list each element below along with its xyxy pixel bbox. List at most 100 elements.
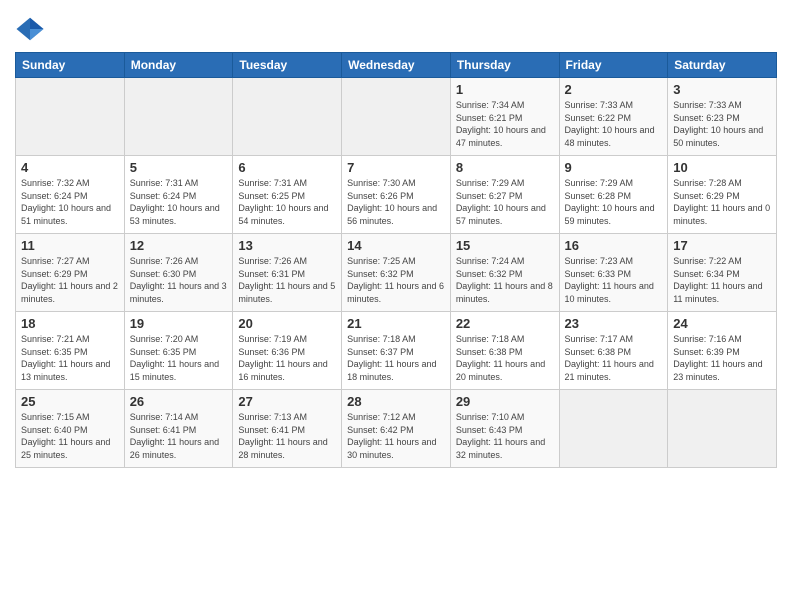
day-info: Sunrise: 7:21 AM Sunset: 6:35 PM Dayligh… bbox=[21, 333, 119, 383]
day-info: Sunrise: 7:23 AM Sunset: 6:33 PM Dayligh… bbox=[565, 255, 663, 305]
day-info: Sunrise: 7:16 AM Sunset: 6:39 PM Dayligh… bbox=[673, 333, 771, 383]
calendar-cell: 15 Sunrise: 7:24 AM Sunset: 6:32 PM Dayli… bbox=[450, 234, 559, 312]
calendar-cell: 8 Sunrise: 7:29 AM Sunset: 6:27 PM Daylig… bbox=[450, 156, 559, 234]
day-info: Sunrise: 7:19 AM Sunset: 6:36 PM Dayligh… bbox=[238, 333, 336, 383]
calendar-cell: 10 Sunrise: 7:28 AM Sunset: 6:29 PM Dayli… bbox=[668, 156, 777, 234]
calendar-cell: 3Sunrise: 7:33 AM Sunset: 6:23 PM Daylig… bbox=[668, 78, 777, 156]
day-number: 4 bbox=[21, 160, 119, 175]
day-info: Sunrise: 7:13 AM Sunset: 6:41 PM Dayligh… bbox=[238, 411, 336, 461]
day-number: 24 bbox=[673, 316, 771, 331]
day-info: Sunrise: 7:33 AM Sunset: 6:23 PM Dayligh… bbox=[673, 99, 771, 149]
calendar-cell bbox=[16, 78, 125, 156]
calendar-cell bbox=[233, 78, 342, 156]
week-row-5: 25 Sunrise: 7:15 AM Sunset: 6:40 PM Dayli… bbox=[16, 390, 777, 468]
weekday-row: SundayMondayTuesdayWednesdayThursdayFrid… bbox=[16, 53, 777, 78]
day-number: 13 bbox=[238, 238, 336, 253]
day-number: 22 bbox=[456, 316, 554, 331]
day-info: Sunrise: 7:27 AM Sunset: 6:29 PM Dayligh… bbox=[21, 255, 119, 305]
calendar-cell: 22 Sunrise: 7:18 AM Sunset: 6:38 PM Dayli… bbox=[450, 312, 559, 390]
calendar-cell: 4Sunrise: 7:32 AM Sunset: 6:24 PM Daylig… bbox=[16, 156, 125, 234]
weekday-header-monday: Monday bbox=[124, 53, 233, 78]
day-number: 20 bbox=[238, 316, 336, 331]
day-number: 14 bbox=[347, 238, 445, 253]
day-number: 2 bbox=[565, 82, 663, 97]
week-row-3: 11 Sunrise: 7:27 AM Sunset: 6:29 PM Dayli… bbox=[16, 234, 777, 312]
day-info: Sunrise: 7:31 AM Sunset: 6:25 PM Dayligh… bbox=[238, 177, 336, 227]
day-info: Sunrise: 7:26 AM Sunset: 6:30 PM Dayligh… bbox=[130, 255, 228, 305]
page: SundayMondayTuesdayWednesdayThursdayFrid… bbox=[0, 0, 792, 612]
calendar-cell: 13 Sunrise: 7:26 AM Sunset: 6:31 PM Dayli… bbox=[233, 234, 342, 312]
day-number: 10 bbox=[673, 160, 771, 175]
calendar-body: 1 Sunrise: 7:34 AM Sunset: 6:21 PM Daylig… bbox=[16, 78, 777, 468]
day-info: Sunrise: 7:33 AM Sunset: 6:22 PM Dayligh… bbox=[565, 99, 663, 149]
calendar-cell: 27 Sunrise: 7:13 AM Sunset: 6:41 PM Dayli… bbox=[233, 390, 342, 468]
day-info: Sunrise: 7:29 AM Sunset: 6:27 PM Dayligh… bbox=[456, 177, 554, 227]
weekday-header-tuesday: Tuesday bbox=[233, 53, 342, 78]
calendar-cell: 17 Sunrise: 7:22 AM Sunset: 6:34 PM Dayli… bbox=[668, 234, 777, 312]
day-info: Sunrise: 7:28 AM Sunset: 6:29 PM Dayligh… bbox=[673, 177, 771, 227]
calendar-cell: 29 Sunrise: 7:10 AM Sunset: 6:43 PM Dayli… bbox=[450, 390, 559, 468]
calendar-cell: 6Sunrise: 7:31 AM Sunset: 6:25 PM Daylig… bbox=[233, 156, 342, 234]
week-row-1: 1 Sunrise: 7:34 AM Sunset: 6:21 PM Daylig… bbox=[16, 78, 777, 156]
day-info: Sunrise: 7:17 AM Sunset: 6:38 PM Dayligh… bbox=[565, 333, 663, 383]
calendar-cell: 1 Sunrise: 7:34 AM Sunset: 6:21 PM Daylig… bbox=[450, 78, 559, 156]
day-info: Sunrise: 7:26 AM Sunset: 6:31 PM Dayligh… bbox=[238, 255, 336, 305]
week-row-4: 18 Sunrise: 7:21 AM Sunset: 6:35 PM Dayli… bbox=[16, 312, 777, 390]
calendar-cell: 21 Sunrise: 7:18 AM Sunset: 6:37 PM Dayli… bbox=[342, 312, 451, 390]
day-number: 16 bbox=[565, 238, 663, 253]
day-info: Sunrise: 7:12 AM Sunset: 6:42 PM Dayligh… bbox=[347, 411, 445, 461]
calendar-cell: 18 Sunrise: 7:21 AM Sunset: 6:35 PM Dayli… bbox=[16, 312, 125, 390]
calendar-cell bbox=[559, 390, 668, 468]
logo bbox=[15, 14, 49, 44]
day-info: Sunrise: 7:24 AM Sunset: 6:32 PM Dayligh… bbox=[456, 255, 554, 305]
calendar-cell: 12 Sunrise: 7:26 AM Sunset: 6:30 PM Dayli… bbox=[124, 234, 233, 312]
calendar-cell: 19Sunrise: 7:20 AM Sunset: 6:35 PM Dayli… bbox=[124, 312, 233, 390]
calendar-cell: 24 Sunrise: 7:16 AM Sunset: 6:39 PM Dayli… bbox=[668, 312, 777, 390]
day-info: Sunrise: 7:18 AM Sunset: 6:37 PM Dayligh… bbox=[347, 333, 445, 383]
day-number: 9 bbox=[565, 160, 663, 175]
day-number: 1 bbox=[456, 82, 554, 97]
day-number: 26 bbox=[130, 394, 228, 409]
day-info: Sunrise: 7:20 AM Sunset: 6:35 PM Dayligh… bbox=[130, 333, 228, 383]
day-info: Sunrise: 7:30 AM Sunset: 6:26 PM Dayligh… bbox=[347, 177, 445, 227]
day-number: 11 bbox=[21, 238, 119, 253]
day-info: Sunrise: 7:34 AM Sunset: 6:21 PM Dayligh… bbox=[456, 99, 554, 149]
day-number: 28 bbox=[347, 394, 445, 409]
calendar-cell: 28 Sunrise: 7:12 AM Sunset: 6:42 PM Dayli… bbox=[342, 390, 451, 468]
day-number: 27 bbox=[238, 394, 336, 409]
day-info: Sunrise: 7:10 AM Sunset: 6:43 PM Dayligh… bbox=[456, 411, 554, 461]
calendar-cell: 14Sunrise: 7:25 AM Sunset: 6:32 PM Dayli… bbox=[342, 234, 451, 312]
calendar-cell: 7 Sunrise: 7:30 AM Sunset: 6:26 PM Daylig… bbox=[342, 156, 451, 234]
calendar-cell: 5Sunrise: 7:31 AM Sunset: 6:24 PM Daylig… bbox=[124, 156, 233, 234]
day-number: 29 bbox=[456, 394, 554, 409]
day-number: 23 bbox=[565, 316, 663, 331]
calendar-cell bbox=[668, 390, 777, 468]
calendar-cell: 23 Sunrise: 7:17 AM Sunset: 6:38 PM Dayli… bbox=[559, 312, 668, 390]
calendar-cell bbox=[124, 78, 233, 156]
day-number: 17 bbox=[673, 238, 771, 253]
day-info: Sunrise: 7:29 AM Sunset: 6:28 PM Dayligh… bbox=[565, 177, 663, 227]
day-info: Sunrise: 7:15 AM Sunset: 6:40 PM Dayligh… bbox=[21, 411, 119, 461]
logo-icon bbox=[15, 14, 45, 44]
calendar-table: SundayMondayTuesdayWednesdayThursdayFrid… bbox=[15, 52, 777, 468]
day-info: Sunrise: 7:22 AM Sunset: 6:34 PM Dayligh… bbox=[673, 255, 771, 305]
weekday-header-friday: Friday bbox=[559, 53, 668, 78]
day-number: 8 bbox=[456, 160, 554, 175]
calendar-cell bbox=[342, 78, 451, 156]
calendar-cell: 11 Sunrise: 7:27 AM Sunset: 6:29 PM Dayli… bbox=[16, 234, 125, 312]
day-number: 25 bbox=[21, 394, 119, 409]
calendar-cell: 20 Sunrise: 7:19 AM Sunset: 6:36 PM Dayli… bbox=[233, 312, 342, 390]
weekday-header-saturday: Saturday bbox=[668, 53, 777, 78]
calendar-cell: 9 Sunrise: 7:29 AM Sunset: 6:28 PM Daylig… bbox=[559, 156, 668, 234]
day-info: Sunrise: 7:14 AM Sunset: 6:41 PM Dayligh… bbox=[130, 411, 228, 461]
calendar-cell: 16 Sunrise: 7:23 AM Sunset: 6:33 PM Dayli… bbox=[559, 234, 668, 312]
day-number: 12 bbox=[130, 238, 228, 253]
day-number: 15 bbox=[456, 238, 554, 253]
day-number: 7 bbox=[347, 160, 445, 175]
header bbox=[15, 10, 777, 44]
day-number: 18 bbox=[21, 316, 119, 331]
calendar-cell: 2 Sunrise: 7:33 AM Sunset: 6:22 PM Daylig… bbox=[559, 78, 668, 156]
weekday-header-thursday: Thursday bbox=[450, 53, 559, 78]
day-info: Sunrise: 7:18 AM Sunset: 6:38 PM Dayligh… bbox=[456, 333, 554, 383]
day-number: 21 bbox=[347, 316, 445, 331]
